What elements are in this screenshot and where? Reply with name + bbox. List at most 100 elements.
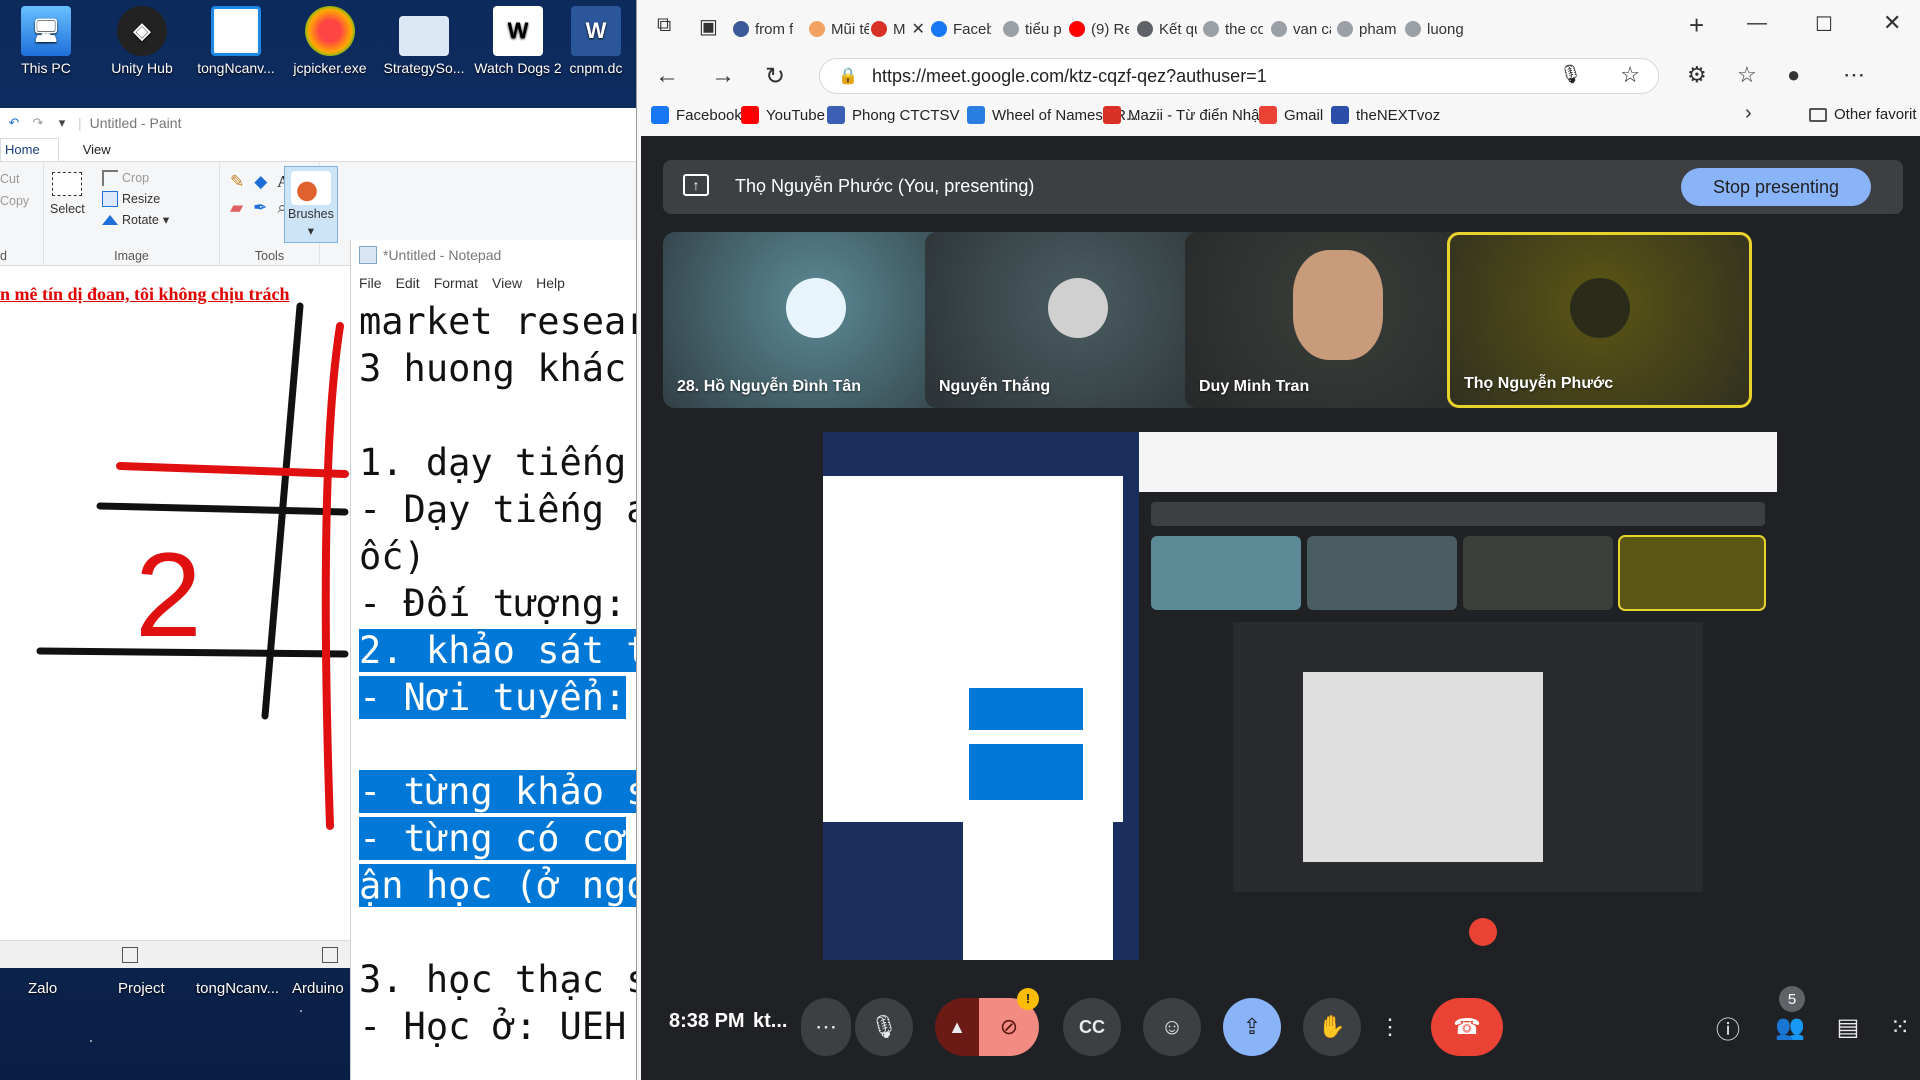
undo-icon[interactable]: ↶ (6, 115, 22, 131)
menu-file[interactable]: File (359, 275, 382, 291)
chat-icon[interactable]: ▤ (1823, 1002, 1873, 1052)
bookmark-item[interactable]: theNEXTvoz (1331, 106, 1440, 124)
bookmark-item[interactable]: Mazii - Từ điển Nhậ... (1103, 106, 1272, 124)
browser-tab[interactable]: Mũi tê (809, 16, 869, 42)
browser-tab[interactable]: the co (1203, 16, 1263, 42)
browser-tab[interactable]: Faceb (931, 16, 991, 42)
shared-screen-preview (823, 432, 1777, 960)
chevron-right-icon[interactable]: › (1745, 102, 1752, 125)
forward-icon[interactable]: → (711, 62, 735, 90)
profile-avatar[interactable]: ● (1787, 62, 1800, 88)
browser-tab[interactable]: tiểu p (1003, 16, 1063, 42)
tab-home[interactable]: Home (0, 138, 59, 161)
minimize-icon[interactable]: — (1747, 12, 1767, 35)
microphone-icon[interactable]: 🎙 (1559, 64, 1582, 85)
participant-tile[interactable]: Duy Minh Tran (1185, 232, 1490, 408)
desktop-icon-project[interactable]: Project (118, 980, 165, 997)
redo-icon[interactable]: ↷ (30, 115, 46, 131)
meeting-info-icon[interactable]: ⓘ (1703, 1002, 1753, 1052)
desktop-icon-strategyso[interactable]: StrategySo... (378, 6, 470, 76)
notepad-line: 2. khảo sát thị (359, 627, 640, 674)
desktop-icon-tongncanv-2[interactable]: tongNcanv... (196, 980, 279, 997)
participant-name: 28. Hồ Nguyễn Đình Tân (677, 378, 862, 395)
copy-button[interactable]: Copy (0, 194, 29, 208)
browser-tab[interactable]: (9) Re (1069, 16, 1129, 42)
crop-button[interactable]: Crop (102, 170, 149, 186)
reload-icon[interactable]: ↻ (765, 62, 785, 91)
browser-tab[interactable]: van ca (1271, 16, 1331, 42)
activities-icon[interactable]: ⁙ (1875, 1002, 1920, 1052)
brushes-button[interactable]: Brushes ▾ (284, 166, 338, 243)
tab-favicon-icon (871, 21, 887, 37)
paint-ribbon-tabs: Home View (0, 138, 640, 162)
desktop-icon-watch-dogs-2[interactable]: W Watch Dogs 2 (472, 6, 564, 76)
workspaces-icon[interactable]: ⧉ (657, 14, 671, 37)
bookmark-item[interactable]: Facebook (651, 106, 742, 124)
present-button[interactable]: ⇪ (1223, 998, 1281, 1056)
new-tab-icon[interactable]: + (1689, 10, 1704, 41)
close-window-icon[interactable]: ✕ (1883, 10, 1901, 36)
emoji-button[interactable]: ☺ (1143, 998, 1201, 1056)
browser-tab[interactable]: Kết qu (1137, 16, 1197, 42)
browser-tab[interactable]: M ✕ (871, 16, 925, 42)
quick-access-dropdown-icon[interactable]: ▾ (54, 115, 70, 131)
bookmark-item[interactable]: YouTube (741, 106, 825, 124)
browser-tab[interactable]: luong (1405, 16, 1465, 42)
eraser-icon[interactable]: ▰ (230, 198, 243, 218)
maximize-icon[interactable]: ☐ (1815, 12, 1833, 37)
more-options-button[interactable]: ⋮ (1371, 998, 1409, 1056)
cut-button[interactable]: Cut (0, 172, 19, 186)
favorite-star-icon[interactable]: ☆ (1620, 62, 1640, 88)
desktop-icon-jcpicker[interactable]: jcpicker.exe (284, 6, 376, 76)
resize-button[interactable]: Resize (102, 191, 160, 207)
back-icon[interactable]: ← (655, 62, 679, 90)
more-reactions-button[interactable]: ⋯ (801, 998, 851, 1056)
word-icon: W (571, 6, 621, 56)
raise-hand-button[interactable]: ✋ (1303, 998, 1361, 1056)
browser-tab[interactable]: from f (733, 16, 793, 42)
warning-badge-icon: ! (1017, 988, 1039, 1010)
tab-actions-icon[interactable]: ▣ (699, 14, 718, 39)
microphone-button[interactable]: 🎙 (855, 998, 913, 1056)
notepad-line-text: - từng khảo sát (359, 770, 640, 813)
address-bar[interactable]: 🔒 https://meet.google.com/ktz-cqzf-qez?a… (819, 58, 1659, 94)
favorites-icon[interactable]: ☆ (1737, 62, 1757, 88)
captions-button[interactable]: CC (1063, 998, 1121, 1056)
desktop-icon-unity-hub[interactable]: ◈ Unity Hub (96, 6, 188, 76)
bookmark-item[interactable]: Gmail (1259, 106, 1323, 124)
participant-avatar (1292, 250, 1383, 360)
select-button[interactable]: Select (50, 172, 85, 216)
other-favorites[interactable]: Other favorit (1809, 106, 1917, 123)
tab-view[interactable]: View (79, 139, 129, 161)
color-picker-icon[interactable]: ✒ (253, 198, 267, 218)
end-call-button[interactable]: ☎ (1431, 998, 1503, 1056)
extensions-icon[interactable]: ⚙ (1687, 62, 1707, 88)
bookmark-favicon-icon (1103, 106, 1121, 124)
notepad-text-area[interactable]: market research3 huong khác1. dạy tiếng-… (359, 298, 640, 1050)
fill-bucket-icon[interactable]: ◆ (254, 172, 267, 192)
participant-tile[interactable]: 28. Hồ Nguyễn Đình Tân (663, 232, 968, 408)
menu-format[interactable]: Format (434, 275, 478, 291)
close-tab-icon[interactable]: ✕ (912, 19, 925, 39)
desktop-icon-cnpm[interactable]: W cnpm.dc (566, 6, 626, 76)
notepad-line: - Học ở: UEH (359, 1003, 640, 1050)
desktop-icon-arduino[interactable]: Arduino (292, 980, 344, 997)
bookmark-label: theNEXTvoz (1356, 106, 1441, 124)
menu-edit[interactable]: Edit (396, 275, 420, 291)
rotate-button[interactable]: Rotate ▾ (102, 212, 169, 227)
bookmark-item[interactable]: Phong CTCTSV (827, 106, 960, 124)
stop-presenting-button[interactable]: Stop presenting (1681, 168, 1871, 206)
participant-tile[interactable]: Thọ Nguyễn Phước (1447, 232, 1752, 408)
menu-help[interactable]: Help (536, 275, 565, 291)
browser-tab[interactable]: pham (1337, 16, 1397, 42)
desktop-icon-zalo[interactable]: Zalo (28, 980, 57, 997)
camera-options-button[interactable]: ▲ (935, 998, 979, 1056)
preview-banner (1151, 502, 1765, 526)
menu-view[interactable]: View (492, 275, 522, 291)
desktop-icon-tongncanv[interactable]: tongNcanv... (190, 6, 282, 76)
more-menu-icon[interactable]: ⋯ (1843, 62, 1865, 88)
pencil-icon[interactable]: ✎ (230, 172, 244, 192)
selection-size-icon (122, 947, 138, 963)
notepad-line: 3. học thạc sĩ (359, 956, 640, 1003)
desktop-icon-this-pc[interactable]: 🖥 This PC (0, 6, 92, 76)
